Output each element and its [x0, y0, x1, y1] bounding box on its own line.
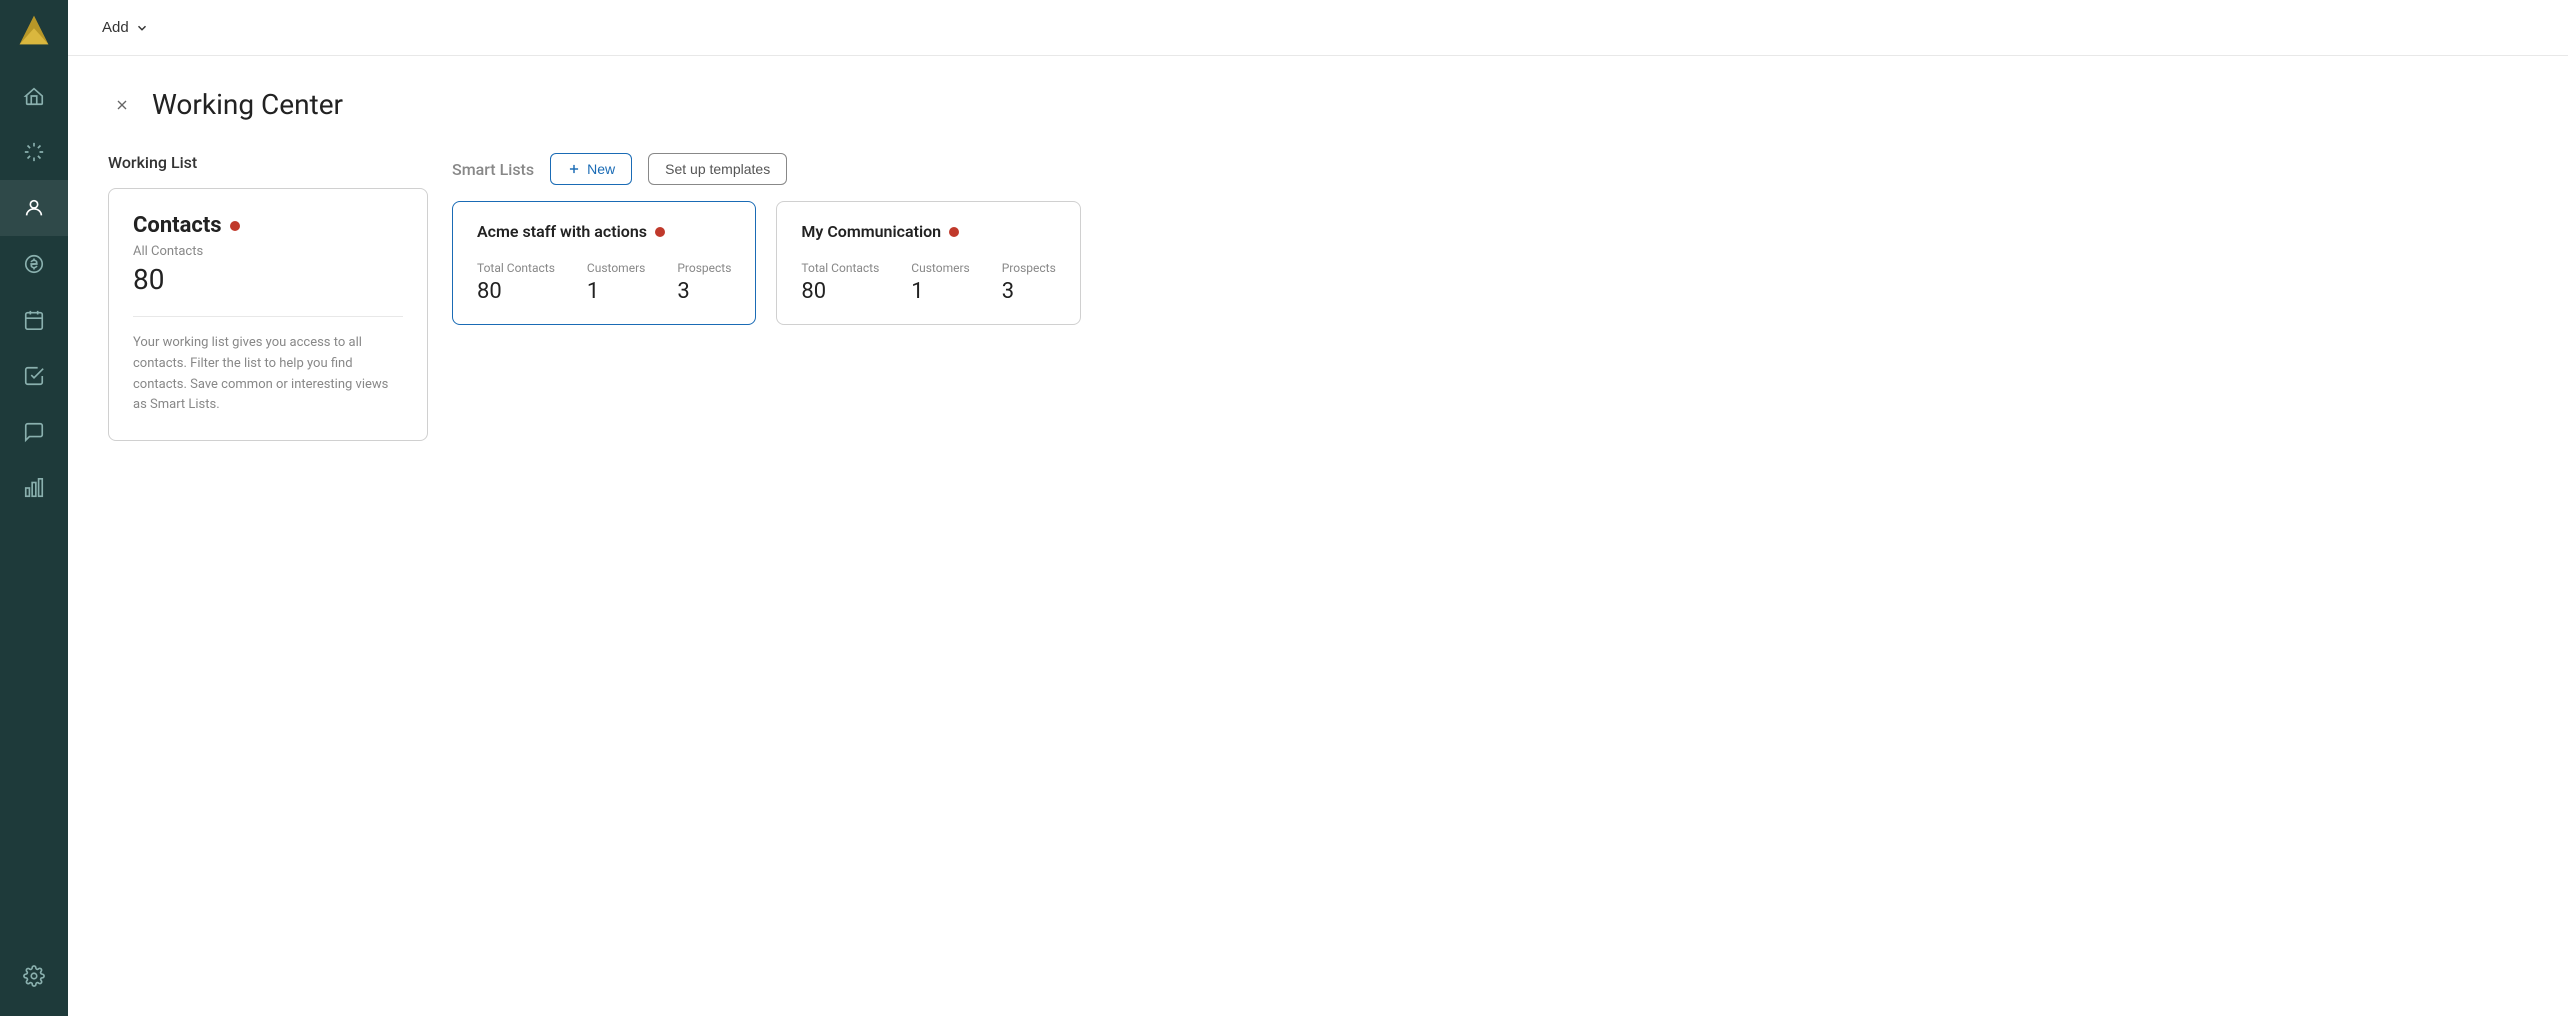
- smart-card-1-dot: [949, 227, 959, 237]
- tasks-icon: [23, 365, 45, 387]
- reports-icon: [23, 477, 45, 499]
- contacts-subtitle: All Contacts: [133, 244, 403, 259]
- card-divider: [133, 316, 403, 317]
- stat-total-contacts-1: Total Contacts 80: [801, 261, 879, 304]
- working-list-label: Working List: [108, 153, 428, 172]
- add-button[interactable]: Add: [92, 13, 159, 42]
- stat-label-total-0: Total Contacts: [477, 261, 555, 275]
- contacts-count: 80: [133, 263, 403, 296]
- smart-cards-row: Acme staff with actions Total Contacts 8…: [452, 201, 2528, 325]
- stat-customers-0: Customers 1: [587, 261, 645, 304]
- stat-label-prospects-0: Prospects: [677, 261, 731, 275]
- smart-card-1-title-row: My Communication: [801, 222, 1055, 241]
- stat-value-customers-1: 1: [911, 279, 969, 304]
- stat-value-total-1: 80: [801, 279, 879, 304]
- smart-card-0[interactable]: Acme staff with actions Total Contacts 8…: [452, 201, 756, 325]
- topbar: Add: [68, 0, 2568, 56]
- finance-icon: [23, 253, 45, 275]
- stat-label-total-1: Total Contacts: [801, 261, 879, 275]
- sidebar-item-settings[interactable]: [0, 948, 68, 1004]
- smart-lists-label: Smart Lists: [452, 160, 534, 179]
- page-content: Working Center Working List Contacts All…: [68, 56, 2568, 1016]
- smart-card-1[interactable]: My Communication Total Contacts 80 Custo…: [776, 201, 1080, 325]
- contacts-icon: [23, 197, 45, 219]
- stat-label-customers-1: Customers: [911, 261, 969, 275]
- contacts-card-title: Contacts: [133, 213, 222, 238]
- stat-value-total-0: 80: [477, 279, 555, 304]
- sidebar: [0, 0, 68, 1016]
- sidebar-nav: [0, 68, 68, 948]
- sidebar-item-reports[interactable]: [0, 460, 68, 516]
- sidebar-item-home[interactable]: [0, 68, 68, 124]
- sidebar-item-contacts[interactable]: [0, 180, 68, 236]
- home-icon: [23, 85, 45, 107]
- settings-icon: [23, 965, 45, 987]
- plus-icon: [567, 162, 581, 176]
- close-button[interactable]: [108, 91, 136, 119]
- new-button-label: New: [587, 161, 615, 177]
- sidebar-item-tasks[interactable]: [0, 348, 68, 404]
- contacts-description: Your working list gives you access to al…: [133, 333, 403, 416]
- messages-icon: [23, 421, 45, 443]
- new-smart-list-button[interactable]: New: [550, 153, 632, 185]
- smart-card-0-dot: [655, 227, 665, 237]
- sync-icon: [23, 141, 45, 163]
- card-title-row: Contacts: [133, 213, 403, 238]
- stat-label-prospects-1: Prospects: [1002, 261, 1056, 275]
- smart-card-0-stats: Total Contacts 80 Customers 1 Prospects …: [477, 261, 731, 304]
- stat-total-contacts-0: Total Contacts 80: [477, 261, 555, 304]
- smart-card-0-title-row: Acme staff with actions: [477, 222, 731, 241]
- page-title-row: Working Center: [108, 88, 2528, 121]
- stat-prospects-1: Prospects 3: [1002, 261, 1056, 304]
- stat-value-prospects-0: 3: [677, 279, 731, 304]
- sidebar-item-messages[interactable]: [0, 404, 68, 460]
- contacts-status-dot: [230, 221, 240, 231]
- calendar-icon: [23, 309, 45, 331]
- sidebar-bottom: [0, 948, 68, 1016]
- working-list-section: Working List Contacts All Contacts 80 Yo…: [108, 153, 428, 441]
- smart-lists-section: Smart Lists New Set up templates: [452, 153, 2528, 325]
- stat-label-customers-0: Customers: [587, 261, 645, 275]
- stat-value-customers-0: 1: [587, 279, 645, 304]
- add-label: Add: [102, 19, 129, 36]
- page-title: Working Center: [152, 88, 343, 121]
- smart-lists-header: Smart Lists New Set up templates: [452, 153, 2528, 185]
- working-list-card[interactable]: Contacts All Contacts 80 Your working li…: [108, 188, 428, 441]
- chevron-down-icon: [135, 21, 149, 35]
- lists-row: Working List Contacts All Contacts 80 Yo…: [108, 153, 2528, 441]
- sidebar-item-finance[interactable]: [0, 236, 68, 292]
- sidebar-item-calendar[interactable]: [0, 292, 68, 348]
- sidebar-item-sync[interactable]: [0, 124, 68, 180]
- stat-value-prospects-1: 3: [1002, 279, 1056, 304]
- stat-customers-1: Customers 1: [911, 261, 969, 304]
- setup-button-label: Set up templates: [665, 161, 770, 177]
- close-icon: [114, 97, 130, 113]
- smart-card-0-title: Acme staff with actions: [477, 222, 647, 241]
- logo[interactable]: [0, 0, 68, 60]
- smart-card-1-title: My Communication: [801, 222, 941, 241]
- stat-prospects-0: Prospects 3: [677, 261, 731, 304]
- main-content: Add Working Center Working List: [68, 0, 2568, 1016]
- smart-card-1-stats: Total Contacts 80 Customers 1 Prospects …: [801, 261, 1055, 304]
- setup-templates-button[interactable]: Set up templates: [648, 153, 787, 185]
